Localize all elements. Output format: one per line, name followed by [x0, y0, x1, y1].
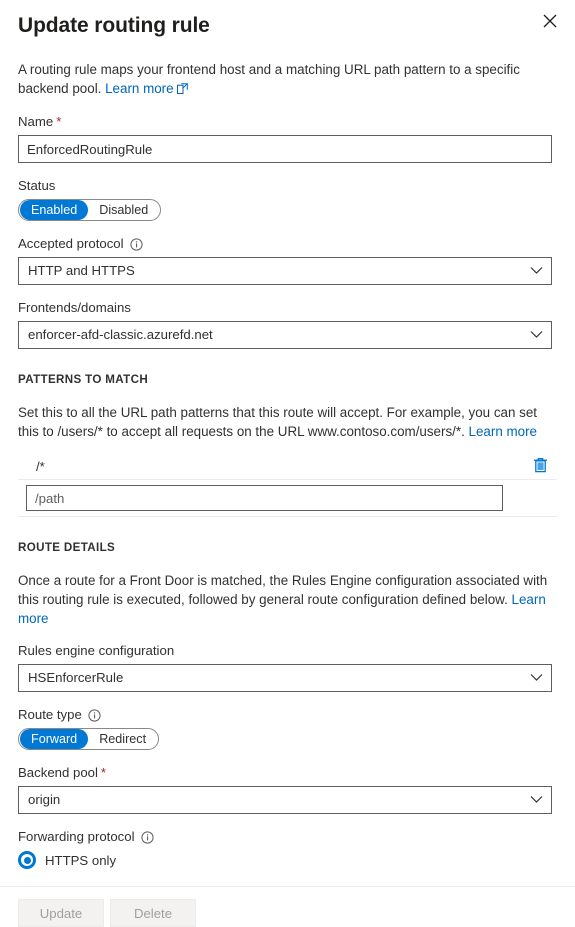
status-label: Status	[18, 177, 557, 195]
learn-more-label: Learn more	[468, 424, 538, 439]
accepted-protocol-group: Accepted protocol HTTP and HTTPS	[18, 235, 557, 285]
pattern-new-input[interactable]	[26, 485, 503, 512]
route-details-description: Once a route for a Front Door is matched…	[18, 571, 552, 628]
accepted-protocol-label-text: Accepted protocol	[18, 236, 124, 251]
patterns-description-text: Set this to all the URL path patterns th…	[18, 405, 538, 439]
panel-body: A routing rule maps your frontend host a…	[0, 60, 575, 870]
learn-more-link-patterns[interactable]: Learn more	[469, 424, 537, 439]
frontends-domains-select[interactable]: enforcer-afd-classic.azurefd.net	[18, 321, 552, 349]
name-field-group: Name *	[18, 113, 557, 163]
chevron-down-icon	[530, 322, 543, 348]
route-type-toggle[interactable]: Forward Redirect	[18, 728, 160, 751]
route-type-label: Route type	[18, 706, 557, 724]
frontends-domains-value: enforcer-afd-classic.azurefd.net	[28, 327, 213, 342]
frontends-domains-label: Frontends/domains	[18, 299, 557, 317]
external-link-icon	[176, 80, 188, 99]
backend-pool-group: Backend pool * origin	[18, 764, 557, 815]
close-icon	[543, 14, 557, 28]
accepted-protocol-label: Accepted protocol	[18, 235, 557, 253]
backend-pool-label-text: Backend pool	[18, 765, 98, 781]
delete-button[interactable]: Delete	[110, 899, 196, 927]
info-icon[interactable]	[88, 709, 101, 722]
page-title: Update routing rule	[18, 14, 210, 37]
chevron-down-icon	[530, 787, 543, 813]
panel-description-text: A routing rule maps your frontend host a…	[18, 62, 520, 96]
backend-pool-label: Backend pool *	[18, 764, 557, 782]
status-option-enabled[interactable]: Enabled	[20, 200, 89, 220]
route-type-option-forward[interactable]: Forward	[20, 729, 89, 750]
backend-pool-select[interactable]: origin	[18, 786, 552, 815]
name-input[interactable]	[18, 135, 552, 163]
rules-engine-group: Rules engine configuration HSEnforcerRul…	[18, 642, 557, 693]
rules-engine-value: HSEnforcerRule	[28, 670, 124, 686]
status-toggle[interactable]: Enabled Disabled	[18, 199, 162, 221]
route-type-label-text: Route type	[18, 707, 82, 723]
patterns-section-heading: PATTERNS TO MATCH	[18, 373, 149, 386]
forwarding-protocol-label: Forwarding protocol	[18, 828, 557, 846]
accepted-protocol-value: HTTP and HTTPS	[28, 263, 135, 278]
name-label-text: Name	[18, 114, 54, 129]
status-field-group: Status Enabled Disabled	[18, 177, 557, 221]
info-icon[interactable]	[129, 237, 143, 251]
route-type-group: Route type Forward Redirect	[18, 706, 557, 751]
status-label-text: Status	[18, 178, 56, 193]
backend-pool-value: origin	[28, 792, 61, 808]
required-marker: *	[100, 765, 107, 781]
frontends-domains-label-text: Frontends/domains	[18, 300, 131, 315]
pattern-value: /*	[36, 459, 45, 475]
required-marker: *	[56, 114, 62, 129]
chevron-down-icon	[530, 258, 543, 284]
panel-footer: Update Delete	[0, 887, 575, 927]
name-label: Name *	[18, 113, 557, 131]
forwarding-protocol-radio-https-only[interactable]: HTTPS only	[18, 851, 557, 870]
chevron-down-icon	[530, 665, 543, 691]
route-details-description-text: Once a route for a Front Door is matched…	[18, 573, 548, 608]
learn-more-link-intro[interactable]: Learn more	[105, 81, 173, 96]
rules-engine-select[interactable]: HSEnforcerRule	[18, 664, 552, 693]
forwarding-protocol-label-text: Forwarding protocol	[18, 829, 135, 845]
close-button[interactable]	[535, 6, 565, 36]
delete-pattern-button[interactable]	[529, 456, 551, 478]
info-icon[interactable]	[140, 831, 154, 844]
trash-icon	[533, 457, 548, 476]
panel-description: A routing rule maps your frontend host a…	[18, 60, 540, 99]
rules-engine-label-text: Rules engine configuration	[18, 643, 175, 659]
update-button[interactable]: Update	[18, 899, 104, 927]
frontends-domains-group: Frontends/domains enforcer-afd-classic.a…	[18, 299, 557, 349]
radio-selected-icon	[18, 851, 36, 870]
route-details-heading: ROUTE DETAILS	[18, 541, 116, 555]
update-routing-rule-panel: Update routing rule A routing rule maps …	[0, 0, 575, 927]
forwarding-protocol-option-label: HTTPS only	[45, 852, 117, 868]
accepted-protocol-select[interactable]: HTTP and HTTPS	[18, 257, 552, 285]
patterns-section-description: Set this to all the URL path patterns th…	[18, 403, 552, 441]
status-option-disabled[interactable]: Disabled	[88, 200, 159, 220]
route-type-option-redirect[interactable]: Redirect	[88, 729, 157, 749]
learn-more-label: Learn more	[105, 81, 174, 96]
rules-engine-label: Rules engine configuration	[18, 642, 557, 660]
forwarding-protocol-group: Forwarding protocol HTTPS only	[18, 828, 557, 870]
pattern-row: /*	[18, 454, 557, 481]
panel-header: Update routing rule	[0, 0, 575, 44]
pattern-new-row	[18, 480, 557, 518]
